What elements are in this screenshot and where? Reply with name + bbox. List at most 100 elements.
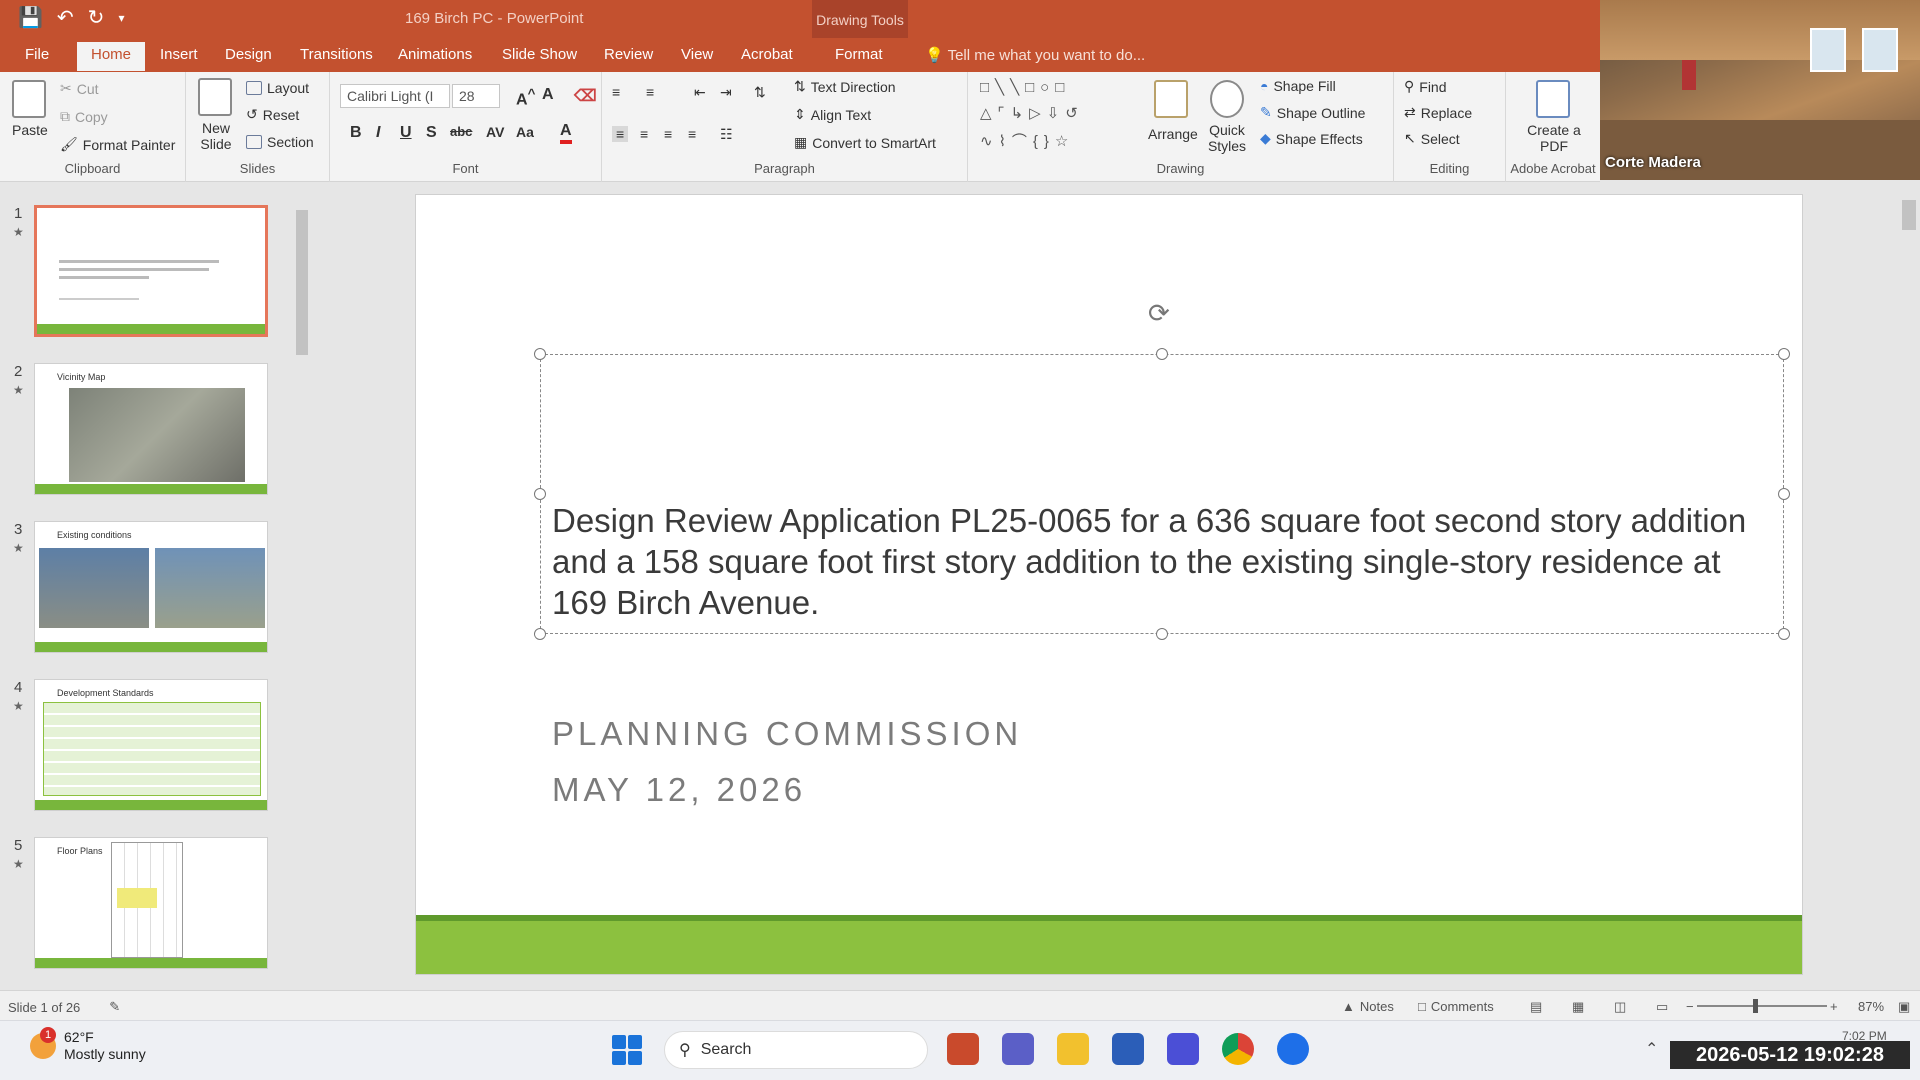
resize-handle[interactable]	[534, 628, 546, 640]
zoom-slider[interactable]	[1697, 1005, 1827, 1007]
slideshow-icon[interactable]: ▭	[1656, 999, 1668, 1015]
create-pdf-button[interactable]: Create a PDF	[1526, 122, 1582, 154]
resize-handle[interactable]	[1156, 348, 1168, 360]
convert-smartart-button[interactable]: ▦ Convert to SmartArt	[794, 134, 936, 151]
font-size-select[interactable]: 28	[452, 84, 500, 108]
windows-start-icon[interactable]	[612, 1035, 642, 1065]
numbering-icon[interactable]: ≡	[646, 84, 654, 100]
chrome-icon[interactable]	[1222, 1033, 1254, 1065]
zoom-level[interactable]: 87%	[1858, 999, 1884, 1014]
select-button[interactable]: ↖ Select	[1404, 130, 1460, 147]
quick-styles-icon[interactable]	[1210, 80, 1244, 118]
thumbnail-row[interactable]: 5 ★ Floor Plans	[0, 837, 300, 977]
slide-sorter-icon[interactable]: ▦	[1572, 999, 1584, 1015]
strikethrough-icon[interactable]: abc	[450, 124, 472, 139]
tab-review[interactable]: Review	[604, 46, 653, 63]
resize-handle[interactable]	[534, 488, 546, 500]
cut-button[interactable]: ✂ Cut	[60, 80, 99, 97]
word-icon[interactable]	[1112, 1033, 1144, 1065]
paste-icon[interactable]	[12, 80, 46, 118]
undo-icon[interactable]: ↶	[57, 6, 74, 30]
redo-icon[interactable]: ↻	[88, 6, 105, 30]
justify-icon[interactable]: ≡	[688, 126, 696, 142]
slide-title-text[interactable]: Design Review Application PL25-0065 for …	[552, 500, 1780, 623]
resize-handle[interactable]	[1778, 628, 1790, 640]
editor-scroll-thumb[interactable]	[1902, 200, 1916, 230]
italic-icon[interactable]: I	[376, 124, 380, 142]
save-icon[interactable]: 💾	[18, 6, 43, 30]
spell-check-icon[interactable]: ✎	[109, 999, 120, 1015]
shapes-gallery-row2[interactable]: △⌜↳▷⇩↺	[980, 104, 1084, 122]
thumbnail-row[interactable]: 3 ★ Existing conditions	[0, 521, 300, 661]
thumbnail-slide-4[interactable]: Development Standards	[34, 679, 268, 811]
bullets-icon[interactable]: ≡	[612, 84, 620, 100]
comments-button[interactable]: □ Comments	[1418, 999, 1494, 1014]
shape-outline-button[interactable]: ✎ Shape Outline	[1260, 104, 1365, 121]
tab-format[interactable]: Format	[835, 46, 883, 63]
thumbnail-row[interactable]: 4 ★ Development Standards	[0, 679, 300, 819]
text-direction-button[interactable]: ⇅ Text Direction	[794, 78, 896, 95]
tab-file[interactable]: File	[25, 46, 49, 63]
zoom-in-icon[interactable]: +	[1830, 999, 1838, 1014]
paste-button[interactable]: Paste	[12, 122, 48, 138]
tab-insert[interactable]: Insert	[160, 46, 198, 63]
taskbar-search[interactable]: ⚲ Search	[664, 1031, 928, 1069]
align-center-icon[interactable]: ≡	[640, 126, 648, 142]
reading-view-icon[interactable]: ◫	[1614, 999, 1626, 1015]
rotate-handle-icon[interactable]: ⟳	[1148, 298, 1170, 329]
reset-button[interactable]: ↺ Reset	[246, 106, 299, 123]
format-painter-button[interactable]: 🖌 Format Painter	[60, 136, 175, 153]
shapes-gallery-row3[interactable]: ∿⌇⌒{}☆	[980, 130, 1074, 151]
app-icon[interactable]	[1167, 1033, 1199, 1065]
tab-design[interactable]: Design	[225, 46, 272, 63]
character-spacing-icon[interactable]: AV	[486, 124, 504, 140]
thumbnails-scroll-thumb[interactable]	[296, 210, 308, 355]
zoom-slider-knob[interactable]	[1753, 999, 1758, 1013]
tab-animations[interactable]: Animations	[398, 46, 472, 63]
section-button[interactable]: Section	[246, 134, 314, 150]
replace-button[interactable]: ⇄ Replace	[1404, 104, 1472, 121]
copy-button[interactable]: ⧉ Copy	[60, 108, 108, 125]
align-text-button[interactable]: ⇕ Align Text	[794, 106, 871, 123]
tab-acrobat[interactable]: Acrobat	[741, 46, 793, 63]
zoom-icon[interactable]	[1277, 1033, 1309, 1065]
teams-icon[interactable]	[1002, 1033, 1034, 1065]
powerpoint-icon[interactable]	[947, 1033, 979, 1065]
tray-chevron-icon[interactable]: ⌃	[1645, 1039, 1658, 1059]
font-color-icon[interactable]: A	[560, 122, 572, 144]
thumbnail-row[interactable]: 2 ★ Vicinity Map	[0, 363, 300, 503]
arrange-icon[interactable]	[1154, 80, 1188, 118]
tab-view[interactable]: View	[681, 46, 713, 63]
align-right-icon[interactable]: ≡	[664, 126, 672, 142]
tab-slide-show[interactable]: Slide Show	[502, 46, 577, 63]
notes-button[interactable]: ▲ Notes	[1342, 999, 1394, 1014]
layout-button[interactable]: Layout	[246, 80, 309, 96]
fit-to-window-icon[interactable]: ▣	[1898, 999, 1910, 1015]
tab-transitions[interactable]: Transitions	[300, 46, 373, 63]
align-left-icon[interactable]: ≡	[612, 126, 629, 142]
shadow-icon[interactable]: S	[426, 124, 437, 142]
line-spacing-icon[interactable]: ⇅	[754, 84, 766, 101]
normal-view-icon[interactable]: ▤	[1530, 999, 1542, 1015]
tell-me-box[interactable]: 💡 Tell me what you want to do...	[925, 46, 1145, 64]
slide-subtitle[interactable]: PLANNING COMMISSION MAY 12, 2026	[552, 706, 1022, 818]
shape-fill-button[interactable]: ◓ Shape Fill	[1260, 78, 1336, 94]
clear-formatting-icon[interactable]: ⌫	[574, 86, 597, 106]
tab-home[interactable]: Home	[77, 42, 146, 71]
resize-handle[interactable]	[1778, 348, 1790, 360]
thumbnail-slide-5[interactable]: Floor Plans	[34, 837, 268, 969]
decrease-indent-icon[interactable]: ⇤	[694, 84, 706, 101]
thumbnail-slide-2[interactable]: Vicinity Map	[34, 363, 268, 495]
resize-handle[interactable]	[1778, 488, 1790, 500]
font-name-select[interactable]: Calibri Light (I	[340, 84, 450, 108]
file-explorer-icon[interactable]	[1057, 1033, 1089, 1065]
weather-widget[interactable]: 1 62°F Mostly sunny	[30, 1027, 146, 1063]
grow-font-icon[interactable]: A^	[516, 86, 535, 109]
shape-effects-button[interactable]: ◆ Shape Effects	[1260, 130, 1363, 147]
shapes-gallery[interactable]: □╲╲□○□	[980, 78, 1070, 96]
thumbnail-row[interactable]: 1 ★	[0, 205, 300, 345]
find-button[interactable]: ⚲ Find	[1404, 78, 1447, 95]
underline-icon[interactable]: U	[400, 124, 412, 142]
zoom-out-icon[interactable]: −	[1686, 999, 1694, 1014]
resize-handle[interactable]	[534, 348, 546, 360]
